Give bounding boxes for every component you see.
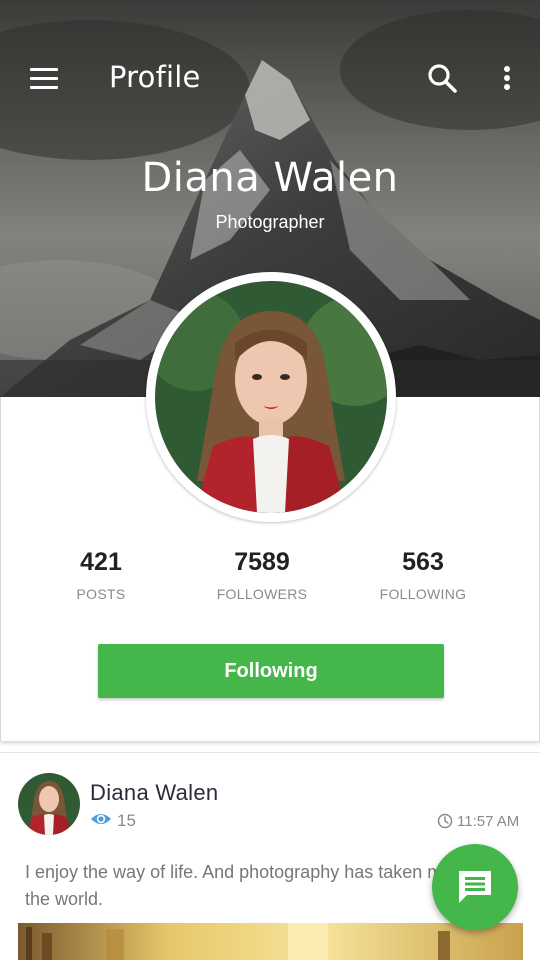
profile-photo-avatar [155,281,387,513]
following-button[interactable]: Following [98,644,444,698]
page-title: Profile [109,60,201,94]
post-author-name[interactable]: Diana Walen [90,780,218,806]
stat-followers[interactable]: 7589 FOLLOWERS [182,548,342,602]
more-vertical-icon[interactable] [494,60,520,96]
stat-followers-value: 7589 [234,548,290,576]
chat-fab-button[interactable] [432,844,518,930]
clock-icon [437,813,453,829]
profile-role: Photographer [215,212,325,232]
profile-name: Diana Walen [141,155,399,201]
post-author-avatar[interactable] [18,773,80,835]
stat-following[interactable]: 563 FOLLOWING [343,548,503,602]
eye-icon [91,814,111,824]
stat-followers-label: FOLLOWERS [216,586,308,602]
stat-posts-label: POSTS [76,586,126,602]
post-timestamp: 11:57 AM [457,813,520,830]
hamburger-menu-icon[interactable] [22,60,64,96]
stat-posts-value: 421 [80,548,122,576]
post-image[interactable] [18,923,523,960]
profile-avatar[interactable] [146,272,396,522]
stat-posts[interactable]: 421 POSTS [21,548,181,602]
search-icon[interactable] [424,60,460,96]
stat-following-label: FOLLOWING [379,586,467,602]
chat-message-icon [459,871,491,903]
post-view-count: 15 [117,811,136,830]
app-bar: Profile [0,50,540,106]
stat-following-value: 563 [402,548,444,576]
